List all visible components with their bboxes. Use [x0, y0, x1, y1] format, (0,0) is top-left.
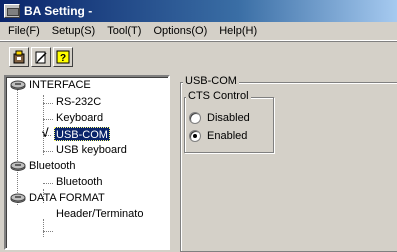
- checkmark-icon: √: [42, 126, 49, 140]
- tree-connector: [43, 231, 53, 232]
- menu-help[interactable]: Help(H): [213, 24, 263, 38]
- cts-control-group: [184, 97, 274, 153]
- cts-control-title: CTS Control: [186, 90, 251, 102]
- svg-text:?: ?: [60, 53, 66, 64]
- title-bar: BA Setting -: [0, 0, 397, 22]
- tree-connector: [17, 89, 18, 205]
- tree-item-keyboard[interactable]: Keyboard: [56, 111, 103, 125]
- folder-icon: [10, 80, 26, 90]
- tree-item-header-terminator[interactable]: Header/Terminato: [56, 207, 143, 221]
- toolbar: ?: [0, 41, 397, 71]
- tree-item-rs232c[interactable]: RS-232C: [56, 95, 101, 109]
- radio-disabled-button[interactable]: [189, 112, 201, 124]
- tree-connector: [43, 151, 53, 152]
- save-button[interactable]: [9, 46, 29, 67]
- help-button[interactable]: ?: [53, 46, 73, 67]
- usb-com-group-title: USB-COM: [183, 75, 239, 87]
- folder-icon: [10, 193, 26, 203]
- window-title: BA Setting -: [24, 4, 93, 18]
- app-icon: [4, 4, 20, 18]
- folder-icon: [10, 161, 26, 171]
- menu-file[interactable]: File(F): [2, 24, 46, 38]
- tree-item-usb-com[interactable]: USB-COM: [54, 127, 110, 141]
- menu-setup[interactable]: Setup(S): [46, 24, 101, 38]
- menu-options[interactable]: Options(O): [147, 24, 213, 38]
- tree-item-bluetooth-group[interactable]: Bluetooth: [29, 159, 75, 173]
- radio-disabled-label: Disabled: [207, 112, 250, 124]
- tree-item-interface[interactable]: INTERFACE: [29, 78, 91, 92]
- tree-connector: [43, 219, 44, 237]
- edit-button[interactable]: [31, 46, 51, 67]
- radio-enabled-button[interactable]: [189, 130, 201, 142]
- tree-connector: [43, 119, 53, 120]
- tree-connector: [43, 103, 53, 104]
- radio-enabled-label: Enabled: [207, 130, 248, 142]
- menu-bar: File(F) Setup(S) Tool(T) Options(O) Help…: [0, 22, 397, 41]
- tree-item-data-format[interactable]: DATA FORMAT: [29, 191, 105, 205]
- tree-connector: [43, 183, 53, 184]
- save-icon: [13, 50, 25, 63]
- radio-enabled[interactable]: Enabled: [189, 130, 247, 142]
- menu-tool[interactable]: Tool(T): [101, 24, 147, 38]
- edit-icon: [35, 51, 47, 63]
- radio-disabled[interactable]: Disabled: [189, 112, 250, 124]
- settings-tree[interactable]: INTERFACE RS-232C Keyboard √ USB-COM USB…: [4, 75, 170, 250]
- help-icon: ?: [56, 50, 70, 64]
- tree-item-usb-keyboard[interactable]: USB keyboard: [56, 143, 127, 157]
- tree-connector: [43, 95, 44, 155]
- tree-item-bluetooth[interactable]: Bluetooth: [56, 175, 102, 189]
